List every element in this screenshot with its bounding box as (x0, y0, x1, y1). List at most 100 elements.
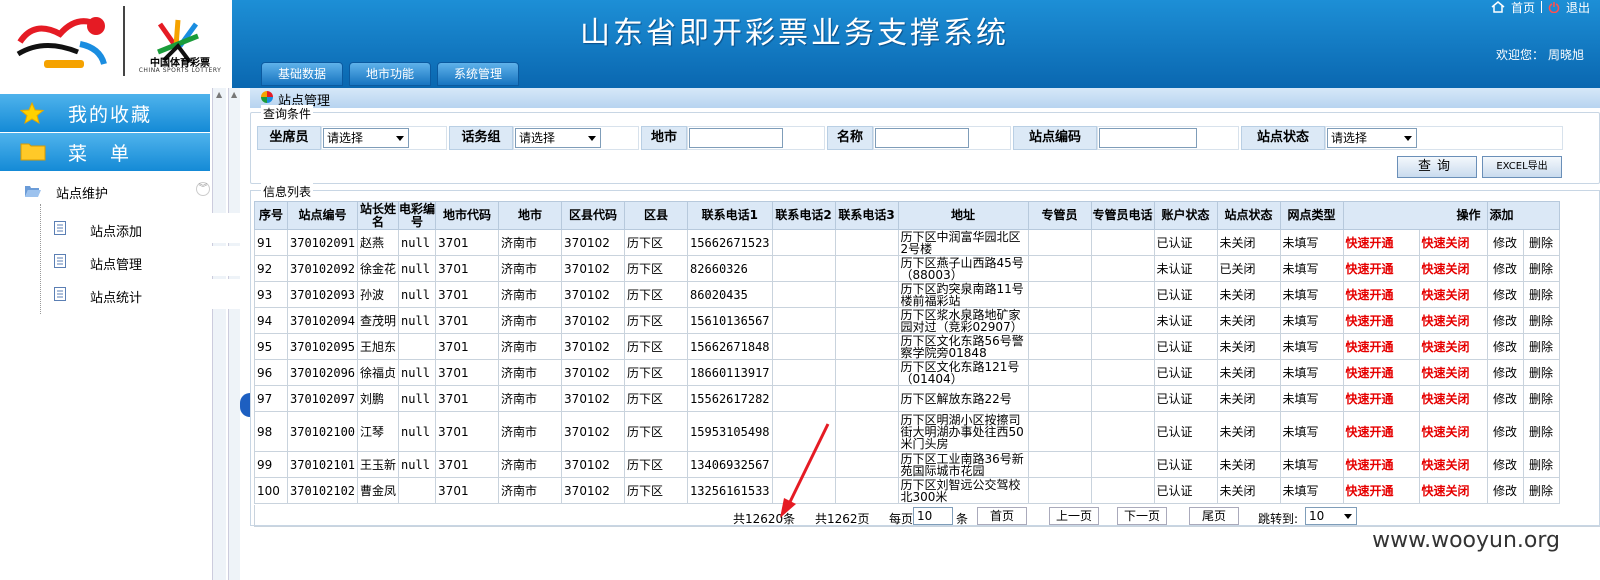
table-row: 95 370102095 王旭东 3701 济南市 370102 历下区 1566267184… (254, 333, 1560, 360)
quick-open-link[interactable]: 快速开通 (1342, 385, 1420, 412)
edit-link[interactable]: 修改 (1486, 385, 1524, 412)
sidebar-item-site-add[interactable]: 站点添加 (44, 213, 240, 243)
quick-close-link[interactable]: 快速关闭 (1418, 385, 1488, 412)
sidebar-collapse-handle[interactable] (240, 393, 250, 417)
quick-close-link[interactable]: 快速关闭 (1418, 451, 1488, 478)
col-header: 联系电话2 (771, 201, 836, 230)
table-cell: 历下区燕子山西路45号（88003） (897, 255, 1029, 282)
sidebar-scrollbar[interactable]: ▲ (212, 88, 226, 580)
name-input[interactable] (875, 128, 969, 148)
site-status-select[interactable]: 请选择 (1327, 128, 1417, 148)
table-cell: 3701 (435, 229, 500, 256)
chevron-down-icon[interactable]: ︾ (196, 182, 210, 196)
table-cell: 86020435 (687, 281, 773, 308)
next-page-button[interactable]: 下一页 (1117, 507, 1167, 525)
quick-open-link[interactable]: 快速开通 (1342, 281, 1420, 308)
delete-link[interactable]: 删除 (1522, 451, 1560, 478)
edit-link[interactable]: 修改 (1486, 281, 1524, 308)
home-link[interactable]: 首页 (1511, 0, 1535, 16)
quick-open-link[interactable]: 快速开通 (1342, 411, 1420, 452)
seat-select[interactable]: 请选择 (323, 128, 409, 148)
delete-link[interactable]: 删除 (1522, 281, 1560, 308)
edit-link[interactable]: 修改 (1486, 477, 1524, 504)
excel-export-button[interactable]: EXCEL导出 (1482, 156, 1562, 178)
table-cell: 97 (254, 385, 288, 412)
table-cell: 未填写 (1279, 255, 1344, 282)
delete-link[interactable]: 删除 (1522, 359, 1560, 386)
quick-close-link[interactable]: 快速关闭 (1418, 359, 1488, 386)
edit-link[interactable]: 修改 (1486, 359, 1524, 386)
quick-close-link[interactable]: 快速关闭 (1418, 333, 1488, 360)
tab-system-management[interactable]: 系统管理 (437, 62, 519, 86)
table-cell (771, 255, 836, 282)
sidebar-favorites[interactable]: 我的收藏 (0, 94, 210, 132)
edit-link[interactable]: 修改 (1486, 451, 1524, 478)
edit-link[interactable]: 修改 (1486, 411, 1524, 452)
delete-link[interactable]: 删除 (1522, 333, 1560, 360)
edit-link[interactable]: 修改 (1486, 229, 1524, 256)
delete-link[interactable]: 删除 (1522, 255, 1560, 282)
table-cell: 未填写 (1279, 385, 1344, 412)
pagination: 共12620条 共1262页 每页 10 条 首页 上一页 下一页 尾页 跳转到… (254, 505, 1600, 527)
table-cell: 96 (254, 359, 288, 386)
table-cell: 370102 (561, 385, 626, 412)
power-icon[interactable] (1548, 1, 1560, 13)
sidebar-scrollbar-secondary[interactable]: ▲ (228, 88, 240, 580)
col-header-add: 添加 (1486, 201, 1560, 230)
edit-link[interactable]: 修改 (1486, 255, 1524, 282)
quick-open-link[interactable]: 快速开通 (1342, 255, 1420, 282)
prev-page-button[interactable]: 上一页 (1049, 507, 1099, 525)
table-cell (1090, 411, 1155, 452)
col-header: 序号 (254, 201, 288, 230)
table-row: 93 370102093 孙波 null 3701 济南市 370102 历下区 8602043… (254, 281, 1560, 308)
first-page-button[interactable]: 首页 (977, 507, 1027, 525)
edit-link[interactable]: 修改 (1486, 333, 1524, 360)
username: 周晓旭 (1547, 48, 1584, 62)
delete-link[interactable]: 删除 (1522, 385, 1560, 412)
logo-text-en: CHINA SPORTS LOTTERY (138, 67, 222, 74)
quick-open-link[interactable]: 快速开通 (1342, 477, 1420, 504)
jump-select[interactable]: 10 (1305, 507, 1357, 525)
scroll-up-icon[interactable]: ▲ (231, 90, 237, 99)
quick-close-link[interactable]: 快速关闭 (1418, 255, 1488, 282)
delete-link[interactable]: 删除 (1522, 307, 1560, 334)
sites-table: 序号 站点编号 站长姓名 电彩编号 地市代码 地市 区县代码 区县 联系电话1 … (254, 201, 1560, 504)
tab-basic-data[interactable]: 基础数据 (261, 62, 343, 86)
main-content: 站点管理 查询条件 坐席员 请选择 话务组 请选择 地市 名称 站点编码 站点状… (250, 88, 1600, 580)
table-cell: 370102 (561, 477, 626, 504)
home-icon[interactable] (1491, 1, 1505, 13)
city-input[interactable] (689, 128, 783, 148)
logout-link[interactable]: 退出 (1566, 0, 1590, 16)
quick-open-link[interactable]: 快速开通 (1342, 333, 1420, 360)
col-header: 站点状态 (1216, 201, 1281, 230)
edit-link[interactable]: 修改 (1486, 307, 1524, 334)
dropdown-arrow-icon (1404, 136, 1412, 141)
quick-open-link[interactable]: 快速开通 (1342, 307, 1420, 334)
quick-close-link[interactable]: 快速关闭 (1418, 477, 1488, 504)
quick-close-link[interactable]: 快速关闭 (1418, 307, 1488, 334)
table-cell (771, 281, 836, 308)
sidebar-item-site-management[interactable]: 站点管理 (44, 246, 240, 276)
delete-link[interactable]: 删除 (1522, 477, 1560, 504)
quick-open-link[interactable]: 快速开通 (1342, 451, 1420, 478)
quick-close-link[interactable]: 快速关闭 (1418, 411, 1488, 452)
table-row: 97 370102097 刘鹏 null 3701 济南市 370102 历下区 1556261… (254, 385, 1560, 412)
delete-link[interactable]: 删除 (1522, 411, 1560, 452)
table-cell: 3701 (435, 411, 500, 452)
site-code-input[interactable] (1099, 128, 1197, 148)
sidebar-item-site-statistics[interactable]: 站点统计 (44, 279, 240, 309)
per-page-input[interactable]: 10 (913, 507, 953, 525)
quick-open-link[interactable]: 快速开通 (1342, 229, 1420, 256)
group-select[interactable]: 请选择 (515, 128, 601, 148)
tab-city-functions[interactable]: 地市功能 (349, 62, 431, 86)
scroll-up-icon[interactable]: ▲ (216, 90, 222, 99)
annotation-arrow-icon (780, 423, 830, 518)
quick-close-link[interactable]: 快速关闭 (1418, 281, 1488, 308)
quick-close-link[interactable]: 快速关闭 (1418, 229, 1488, 256)
last-page-button[interactable]: 尾页 (1189, 507, 1239, 525)
sidebar-group-site-maintenance[interactable]: 站点维护 ︾ (0, 176, 210, 204)
query-button[interactable]: 查询 (1397, 156, 1477, 178)
quick-open-link[interactable]: 快速开通 (1342, 359, 1420, 386)
delete-link[interactable]: 删除 (1522, 229, 1560, 256)
sidebar-menu[interactable]: 菜 单 (0, 133, 210, 171)
